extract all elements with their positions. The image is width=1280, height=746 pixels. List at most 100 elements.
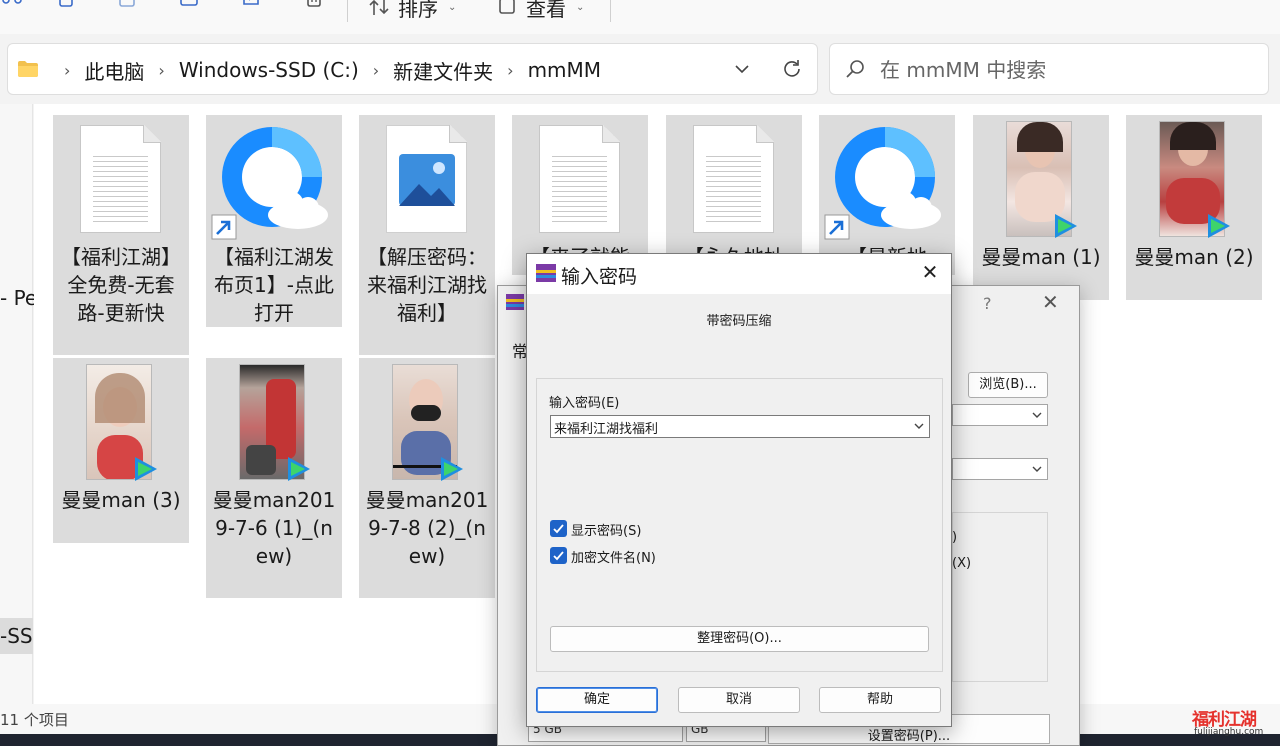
chevron-down-icon [1032,466,1042,472]
share-arrow-icon[interactable] [241,0,263,14]
chevron-right-icon[interactable]: › [158,61,164,80]
watermark-logo: 福利江湖 fulijianghu.com [1192,705,1276,741]
refresh-icon[interactable] [781,58,803,80]
close-icon[interactable]: ✕ [917,259,943,285]
address-bar[interactable]: › 此电脑 › Windows-SSD (C:) › 新建文件夹 › mmMM [7,43,818,95]
view-button[interactable]: 查看 ⌄ [498,0,584,22]
share-icon[interactable] [2,0,24,14]
view-icon [499,0,515,14]
file-tile[interactable]: 【福利江湖】全免费-无套路-更新快 [53,115,189,355]
file-thumbnail [666,115,802,245]
item-count: 11 个项目 [0,711,69,729]
option-label-fragment: (X) [952,556,972,571]
file-thumbnail [53,115,189,245]
nav-item-partial[interactable]: - Pe [0,286,37,310]
checkmark-icon [553,551,564,561]
file-thumbnail [1126,115,1262,245]
more-options-button[interactable]: ··· [633,0,662,12]
sort-button[interactable]: 排序 ⌄ [368,0,456,22]
encrypt-filenames-checkbox[interactable] [550,547,567,564]
video-play-icon [441,457,463,481]
video-play-icon [1208,214,1230,238]
file-name: 曼曼man (2) [1134,245,1254,269]
chevron-down-icon: ⌄ [448,1,457,13]
password-label: 输入密码(E) [549,396,620,411]
file-tile[interactable]: 【来了就能 [512,115,648,275]
chevron-down-icon: ⌄ [576,1,585,13]
file-tile[interactable]: 曼曼man2019-7-6 (1)_(new) [206,358,342,598]
file-thumbnail [973,115,1109,245]
chevron-down-icon[interactable] [732,59,752,79]
password-value: 来福利江湖找福利 [554,422,659,437]
toolbar-separator [610,0,611,22]
file-tile[interactable]: 【最新地 [819,115,955,275]
video-play-icon [135,457,157,481]
breadcrumb-new-folder[interactable]: 新建文件夹 [393,56,493,85]
chevron-right-icon[interactable]: › [507,61,513,80]
text-document-icon [80,125,161,233]
sort-label: 排序 [398,0,438,21]
text-document-icon [539,125,620,233]
view-label: 查看 [526,0,566,21]
file-tile[interactable]: 曼曼man (2) [1126,115,1262,300]
browse-button[interactable]: 浏览(B)... [968,372,1048,398]
browser-shortcut-icon [211,127,328,240]
file-thumbnail [819,115,955,245]
show-password-checkbox[interactable] [550,520,567,537]
password-field[interactable]: 来福利江湖找福利 [550,415,930,438]
winrar-icon [506,294,524,310]
file-thumbnail [206,358,342,488]
options-group [952,512,1048,682]
folder-icon [18,61,38,77]
file-thumbnail [359,358,495,488]
close-icon[interactable]: ✕ [1042,290,1059,314]
browser-shortcut-icon [824,127,941,240]
file-thumbnail [359,115,495,245]
file-tile[interactable]: 【福利江湖发布页1】-点此打开 [206,115,342,327]
help-button[interactable]: 帮助 [819,687,941,713]
help-icon[interactable]: ? [983,294,992,313]
file-thumbnail [512,115,648,245]
navigation-pane: - Pe -SS [0,104,37,746]
file-tile[interactable]: 【解压密码：来福利江湖找福利】 [359,115,495,355]
breadcrumb-current-folder[interactable]: mmMM [528,58,601,82]
breadcrumb-this-pc[interactable]: 此电脑 [84,56,144,85]
delete-icon[interactable] [303,0,325,14]
format-select[interactable] [952,404,1048,426]
command-bar: 排序 ⌄ 查看 ⌄ ··· [0,0,1280,34]
video-play-icon [1055,214,1077,238]
method-select[interactable] [952,458,1048,480]
file-name: 曼曼man2019-7-8 (2)_(new) [365,488,489,568]
file-tile[interactable]: 曼曼man (3) [53,358,189,543]
encrypt-filenames-label[interactable]: 加密文件名(N) [571,547,656,566]
file-name: 曼曼man (1) [981,245,1101,269]
toolbar-separator [347,0,348,22]
organize-passwords-button[interactable]: 整理密码(O)... [550,626,929,652]
file-tile[interactable]: 【永久地址 [666,115,802,275]
checkmark-icon [553,524,564,534]
breadcrumb-drive[interactable]: Windows-SSD (C:) [179,58,359,82]
rename-icon[interactable] [179,0,201,14]
file-tile[interactable]: 曼曼man (1) [973,115,1109,300]
nav-item-drive-selected[interactable]: -SS [0,618,33,654]
file-tile[interactable]: 曼曼man2019-7-8 (2)_(new) [359,358,495,598]
enter-password-dialog: 输入密码 ✕ 带密码压缩 输入密码(E) 来福利江湖找福利 显示密码(S) 加密… [526,253,952,727]
show-password-label[interactable]: 显示密码(S) [571,520,641,539]
chevron-down-icon[interactable] [913,420,925,432]
copy-icon[interactable] [56,0,78,14]
sort-icon [369,0,389,15]
ok-button[interactable]: 确定 [536,687,658,713]
file-thumbnail [53,358,189,488]
chevron-right-icon[interactable]: › [373,61,379,80]
paste-icon[interactable] [117,0,139,14]
file-thumbnail [206,115,342,245]
chevron-right-icon[interactable]: › [64,61,70,80]
dialog-titlebar: 输入密码 ✕ [527,254,951,294]
file-name: 【福利江湖发布页1】-点此打开 [214,245,334,325]
option-label-fragment: ) [952,530,958,545]
dialog-title: 输入密码 [561,266,638,288]
cancel-button[interactable]: 取消 [678,687,800,713]
search-icon [846,60,864,78]
search-box[interactable]: 在 mmMM 中搜索 [829,43,1269,95]
breadcrumb: › 此电脑 › Windows-SSD (C:) › 新建文件夹 › mmMM [50,44,601,96]
